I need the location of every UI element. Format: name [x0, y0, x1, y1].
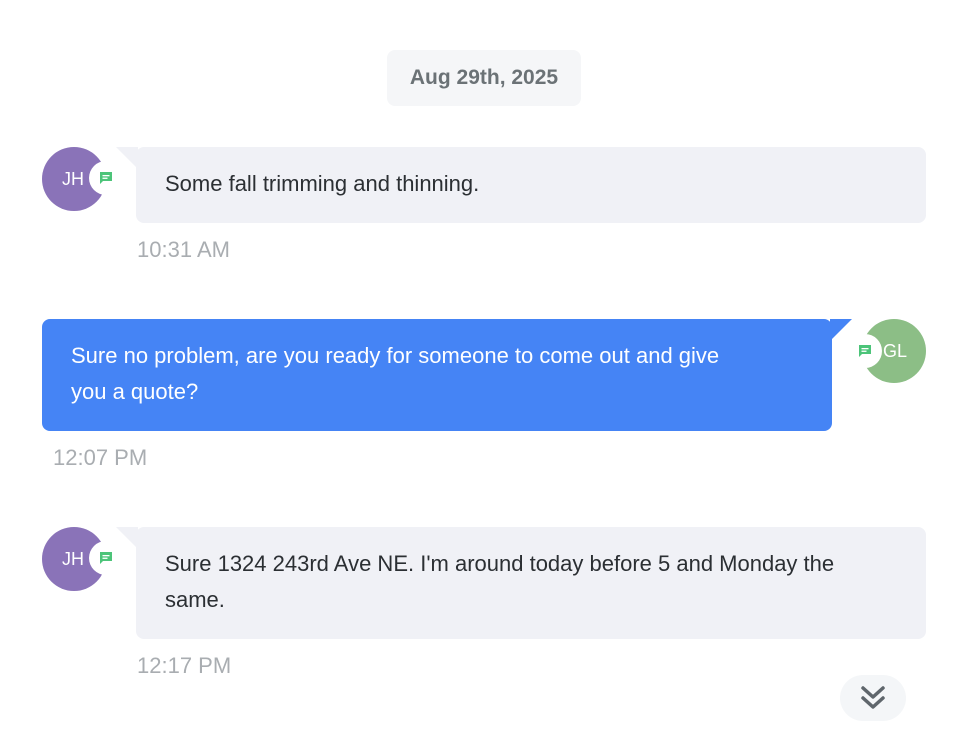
avatar-initials: GL — [882, 340, 907, 361]
message-bubble[interactable]: Some fall trimming and thinning. — [136, 147, 926, 223]
message-timestamp: 12:17 PM — [137, 653, 232, 678]
bubble-tail — [116, 527, 138, 549]
scroll-to-bottom-button[interactable] — [840, 675, 906, 721]
message-text: Some fall trimming and thinning. — [165, 171, 480, 196]
message-timestamp: 12:07 PM — [53, 445, 148, 470]
sms-badge — [848, 334, 882, 368]
bubble-tail — [116, 147, 138, 169]
avatar-initials: JH — [62, 548, 84, 569]
double-chevron-down-icon — [861, 686, 885, 709]
date-separator-label: Aug 29th, 2025 — [409, 66, 559, 89]
sms-icon — [100, 552, 112, 564]
sms-icon — [100, 172, 112, 184]
message-timestamp: 10:31 AM — [137, 237, 230, 262]
sms-icon — [859, 345, 871, 357]
avatar-initials: JH — [62, 168, 84, 189]
message-bubble[interactable]: Sure 1324 243rd Ave NE. I'm around today… — [136, 527, 926, 639]
message-text: Sure 1324 243rd Ave NE. I'm around today… — [165, 551, 835, 612]
message-bubble[interactable]: Sure no problem, are you ready for someo… — [42, 319, 832, 431]
message-text: Sure no problem, are you ready for someo… — [71, 343, 720, 404]
bubble-tail — [830, 319, 852, 341]
date-separator: Aug 29th, 2025 — [387, 50, 581, 106]
